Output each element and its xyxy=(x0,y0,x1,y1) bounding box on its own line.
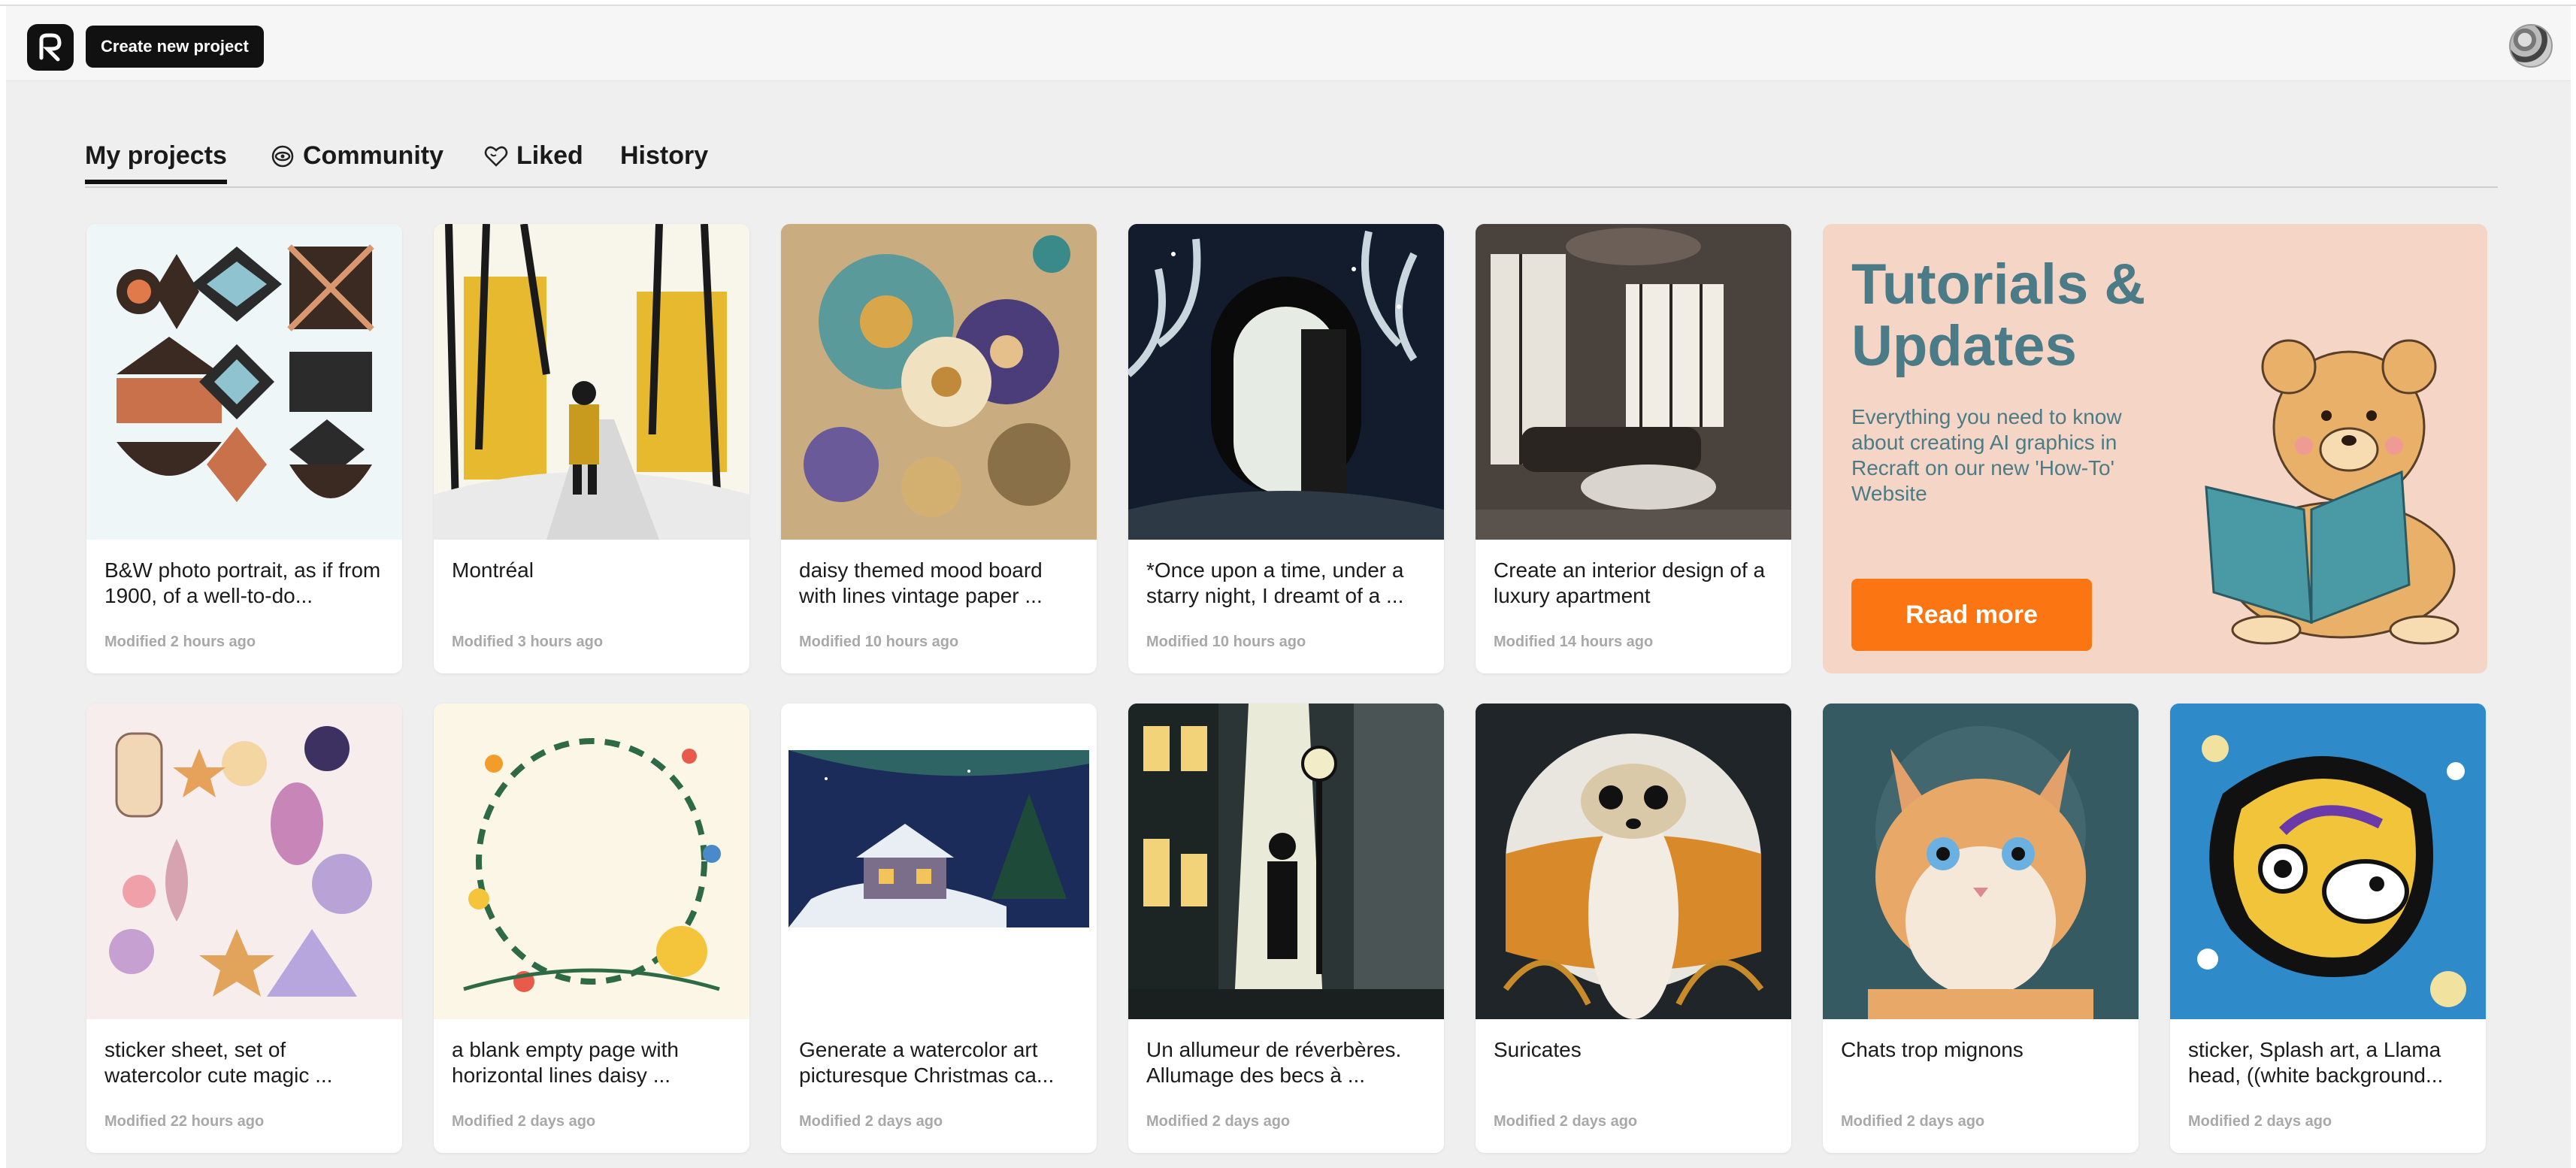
project-modified: Modified 2 days ago xyxy=(2188,1113,2332,1130)
project-card[interactable]: Chats trop mignons Modified 2 days ago xyxy=(1823,704,2139,1153)
project-card[interactable]: Montréal Modified 3 hours ago xyxy=(434,224,749,673)
top-bar: Create new project xyxy=(6,6,2571,81)
project-modified: Modified 22 hours ago xyxy=(104,1113,265,1130)
project-title: a blank empty page with horizontal lines… xyxy=(452,1038,679,1087)
project-modified: Modified 2 days ago xyxy=(799,1113,943,1130)
project-thumbnail xyxy=(2170,704,2486,1019)
project-modified: Modified 14 hours ago xyxy=(1494,634,1654,650)
project-thumbnail xyxy=(1823,704,2139,1019)
project-thumbnail xyxy=(781,704,1097,1019)
project-title: Create an interior design of a luxury ap… xyxy=(1494,558,1766,607)
project-thumbnail xyxy=(434,704,749,1019)
project-modified: Modified 3 hours ago xyxy=(452,634,604,650)
project-thumbnail xyxy=(1476,224,1791,540)
project-title: Montréal xyxy=(452,558,534,582)
tab-liked[interactable]: Liked xyxy=(483,141,583,171)
tutorials-description: Everything you need to know about creati… xyxy=(1851,405,2122,505)
create-new-project-button[interactable]: Create new project xyxy=(86,26,264,68)
project-modified: Modified 2 days ago xyxy=(452,1113,596,1130)
project-modified: Modified 2 days ago xyxy=(1841,1113,1985,1130)
project-thumbnail xyxy=(86,224,402,540)
project-card[interactable]: Suricates Modified 2 days ago xyxy=(1476,704,1791,1153)
tab-label: History xyxy=(620,141,709,170)
project-thumbnail xyxy=(1476,704,1791,1019)
project-thumbnail xyxy=(434,224,749,540)
project-card[interactable]: Un allumeur de réverbères. Allumage des … xyxy=(1128,704,1444,1153)
project-title: *Once upon a time, under a starry night,… xyxy=(1146,558,1404,607)
tutorials-title: Tutorials & Updates xyxy=(1851,253,2146,378)
tutorials-card: Tutorials & Updates Everything you need … xyxy=(1823,224,2487,673)
project-card[interactable]: Create an interior design of a luxury ap… xyxy=(1476,224,1791,673)
browser-top-edge xyxy=(0,0,2576,6)
community-icon xyxy=(271,145,294,167)
project-tabs: My projects Community Liked History xyxy=(85,126,2498,188)
logo-icon xyxy=(39,33,62,62)
project-card[interactable]: a blank empty page with horizontal lines… xyxy=(434,704,749,1153)
tab-label: Community xyxy=(303,141,443,170)
project-card[interactable]: *Once upon a time, under a starry night,… xyxy=(1128,224,1444,673)
project-modified: Modified 2 days ago xyxy=(1146,1113,1291,1130)
heart-icon xyxy=(484,146,508,167)
bear-reading-illustration xyxy=(2205,339,2459,645)
project-thumbnail xyxy=(86,704,402,1019)
project-thumbnail xyxy=(1128,704,1444,1019)
project-card[interactable]: Generate a watercolor art picturesque Ch… xyxy=(781,704,1097,1153)
app-frame: Create new project My projects Community… xyxy=(6,6,2571,1168)
tab-label: My projects xyxy=(85,141,227,170)
project-modified: Modified 10 hours ago xyxy=(1146,634,1306,650)
project-title: Chats trop mignons xyxy=(1841,1038,2024,1061)
recraft-logo[interactable] xyxy=(27,24,74,71)
read-more-button[interactable]: Read more xyxy=(1851,579,2092,651)
tab-my-projects[interactable]: My projects xyxy=(85,141,227,184)
project-modified: Modified 2 days ago xyxy=(1494,1113,1638,1130)
project-title: Generate a watercolor art picturesque Ch… xyxy=(799,1038,1055,1087)
project-title: B&W photo portrait, as if from 1900, of … xyxy=(104,558,381,607)
tab-label: Liked xyxy=(516,141,583,170)
project-title: Un allumeur de réverbères. Allumage des … xyxy=(1146,1038,1402,1087)
project-card[interactable]: sticker, Splash art, a Llama head, ((whi… xyxy=(2170,704,2486,1153)
project-title: daisy themed mood board with lines vinta… xyxy=(799,558,1043,607)
tab-community[interactable]: Community xyxy=(270,141,443,171)
project-card[interactable]: B&W photo portrait, as if from 1900, of … xyxy=(86,224,402,673)
project-modified: Modified 2 hours ago xyxy=(104,634,256,650)
project-thumbnail xyxy=(781,224,1097,540)
user-avatar[interactable] xyxy=(2509,24,2553,68)
project-card[interactable]: sticker sheet, set of watercolor cute ma… xyxy=(86,704,402,1153)
tab-history[interactable]: History xyxy=(620,141,708,171)
project-title: sticker, Splash art, a Llama head, ((whi… xyxy=(2188,1038,2444,1087)
project-thumbnail xyxy=(1128,224,1444,540)
project-card[interactable]: daisy themed mood board with lines vinta… xyxy=(781,224,1097,673)
project-modified: Modified 10 hours ago xyxy=(799,634,959,650)
project-title: sticker sheet, set of watercolor cute ma… xyxy=(104,1038,333,1087)
project-title: Suricates xyxy=(1494,1038,1582,1061)
